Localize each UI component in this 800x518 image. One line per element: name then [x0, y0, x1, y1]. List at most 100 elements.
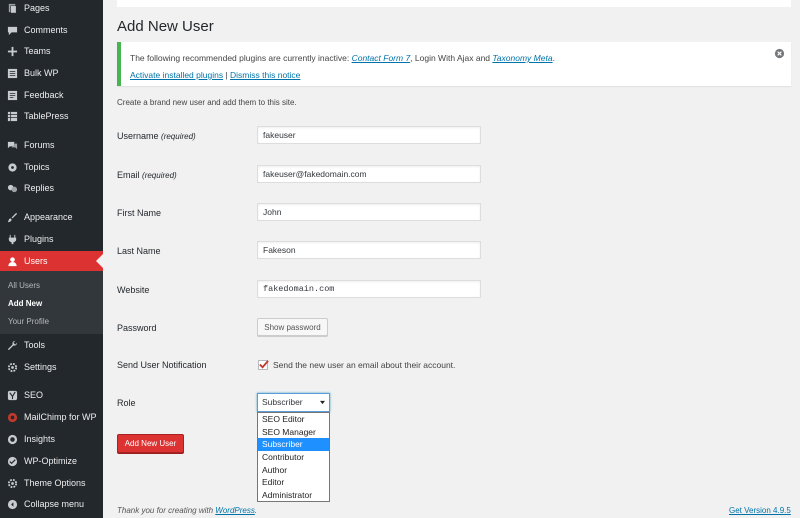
sidebar-item-teams[interactable]: Teams	[0, 41, 103, 61]
mailchimp-icon	[0, 412, 24, 423]
role-option-author[interactable]: Author	[258, 464, 329, 477]
appearance-icon	[0, 212, 24, 223]
sidebar-item-label: Theme Options	[24, 478, 86, 488]
sidebar-item-label: Pages	[24, 3, 50, 13]
sidebar-item-collapse-menu[interactable]: Collapse menu	[0, 494, 103, 514]
sidebar-item-label: TablePress	[24, 111, 69, 121]
submenu-add-new[interactable]: Add New	[8, 299, 42, 308]
footer-text: .	[254, 506, 258, 515]
sidebar-item-wp-optimize[interactable]: WP-Optimize	[0, 451, 103, 471]
sidebar-item-mailchimp[interactable]: MailChimp for WP	[0, 407, 103, 427]
sidebar-item-theme-options[interactable]: Theme Options	[0, 473, 103, 493]
users-submenu: All Users Add New Your Profile	[0, 271, 103, 334]
checkmark-icon	[259, 360, 269, 369]
topics-icon	[0, 162, 24, 173]
replies-icon	[0, 183, 24, 194]
label-text: Email	[117, 170, 140, 180]
sidebar-item-insights[interactable]: Insights	[0, 429, 103, 449]
sidebar-item-settings[interactable]: Settings	[0, 357, 103, 377]
add-new-user-button[interactable]: Add New User	[117, 434, 184, 453]
tools-icon	[0, 340, 24, 351]
show-password-button[interactable]: Show password	[257, 318, 328, 336]
sidebar-item-pages[interactable]: Pages	[0, 0, 103, 18]
website-label: Website	[117, 285, 150, 295]
taxonomy-meta-link[interactable]: Taxonomy Meta	[492, 53, 552, 63]
username-input[interactable]: fakeuser	[257, 126, 481, 144]
notification-checkbox[interactable]	[258, 360, 269, 370]
sidebar-item-feedback[interactable]: Feedback	[0, 85, 103, 105]
sidebar-item-forums[interactable]: Forums	[0, 135, 103, 155]
role-option-subscriber[interactable]: Subscriber	[258, 438, 329, 452]
sidebar-item-tablepress[interactable]: TablePress	[0, 106, 103, 126]
sidebar-item-replies[interactable]: Replies	[0, 178, 103, 198]
settings-icon	[0, 362, 24, 373]
dismiss-notice-link[interactable]: Dismiss this notice	[230, 70, 300, 80]
sidebar-item-label: WP-Optimize	[24, 456, 78, 466]
role-option-seo-manager[interactable]: SEO Manager	[258, 426, 329, 439]
notification-label: Send User Notification	[117, 360, 207, 370]
required-note: (required)	[161, 132, 196, 141]
wordpress-link[interactable]: WordPress	[215, 506, 255, 515]
sidebar-item-label: Users	[24, 256, 48, 266]
sidebar-item-label: Tools	[24, 340, 46, 350]
form-intro: Create a brand new user and add them to …	[117, 98, 297, 107]
sidebar-item-tools[interactable]: Tools	[0, 335, 103, 355]
close-icon[interactable]	[774, 48, 785, 59]
comments-icon	[0, 25, 24, 36]
sidebar-item-seo[interactable]: SEO	[0, 385, 103, 405]
seo-icon	[0, 390, 24, 401]
sidebar-item-label: Bulk WP	[24, 68, 59, 78]
plus-icon	[0, 46, 24, 57]
notice-separator: |	[223, 70, 231, 80]
password-label: Password	[117, 323, 157, 333]
sidebar-item-label: Comments	[24, 25, 68, 35]
footer-thanks: Thank you for creating with WordPress.	[117, 506, 257, 515]
role-option-administrator[interactable]: Administrator	[258, 489, 329, 502]
notice-message: The following recommended plugins are cu…	[130, 53, 555, 63]
sidebar-item-appearance[interactable]: Appearance	[0, 207, 103, 227]
users-icon	[0, 256, 24, 267]
theme-options-icon	[0, 478, 24, 489]
role-option-editor[interactable]: Editor	[258, 476, 329, 489]
role-options-list: SEO Editor SEO Manager Subscriber Contri…	[257, 412, 330, 502]
sidebar-item-topics[interactable]: Topics	[0, 157, 103, 177]
wp-optimize-icon	[0, 456, 24, 467]
username-label: Username (required)	[117, 131, 196, 141]
sidebar-item-label: Settings	[24, 362, 57, 372]
role-selected-value: Subscriber	[262, 397, 303, 407]
last-name-input[interactable]: Fakeson	[257, 241, 481, 259]
sidebar-item-label: Insights	[24, 434, 56, 444]
sidebar-item-label: Appearance	[24, 212, 73, 222]
notification-text: Send the new user an email about their a…	[273, 360, 456, 370]
sidebar-item-bulk-wp[interactable]: Bulk WP	[0, 63, 103, 83]
notice-text: .	[552, 53, 555, 63]
first-name-label: First Name	[117, 208, 162, 218]
sidebar-item-label: Replies	[24, 183, 55, 193]
submenu-your-profile[interactable]: Your Profile	[8, 317, 49, 326]
role-label: Role	[117, 398, 136, 408]
sidebar-item-plugins[interactable]: Plugins	[0, 229, 103, 249]
page-title: Add New User	[117, 18, 214, 35]
sidebar-item-label: Feedback	[24, 90, 64, 100]
submenu-all-users[interactable]: All Users	[8, 281, 40, 290]
notice-text: The following recommended plugins are cu…	[130, 53, 352, 63]
sidebar-item-label: Teams	[24, 46, 51, 56]
role-select[interactable]: Subscriber	[257, 393, 330, 412]
notice-text: , Login With Ajax and	[410, 53, 493, 63]
email-input[interactable]: fakeuser@fakedomain.com	[257, 165, 481, 183]
activate-plugins-link[interactable]: Activate installed plugins	[130, 70, 223, 80]
sidebar-item-label: Forums	[24, 140, 55, 150]
first-name-input[interactable]: John	[257, 203, 481, 221]
insights-icon	[0, 434, 24, 445]
sidebar-item-users[interactable]: Users	[0, 251, 103, 271]
sidebar-item-label: Plugins	[24, 234, 54, 244]
label-text: Username	[117, 131, 159, 141]
website-input[interactable]: fakedomain.com	[257, 280, 481, 298]
contact-form-7-link[interactable]: Contact Form 7	[352, 53, 411, 63]
sidebar-item-comments[interactable]: Comments	[0, 20, 103, 40]
get-version-link[interactable]: Get Version 4.9.5	[729, 506, 791, 515]
top-panel	[117, 0, 791, 7]
role-option-contributor[interactable]: Contributor	[258, 451, 329, 464]
inactive-plugins-notice: The following recommended plugins are cu…	[117, 42, 791, 86]
role-option-seo-editor[interactable]: SEO Editor	[258, 413, 329, 426]
